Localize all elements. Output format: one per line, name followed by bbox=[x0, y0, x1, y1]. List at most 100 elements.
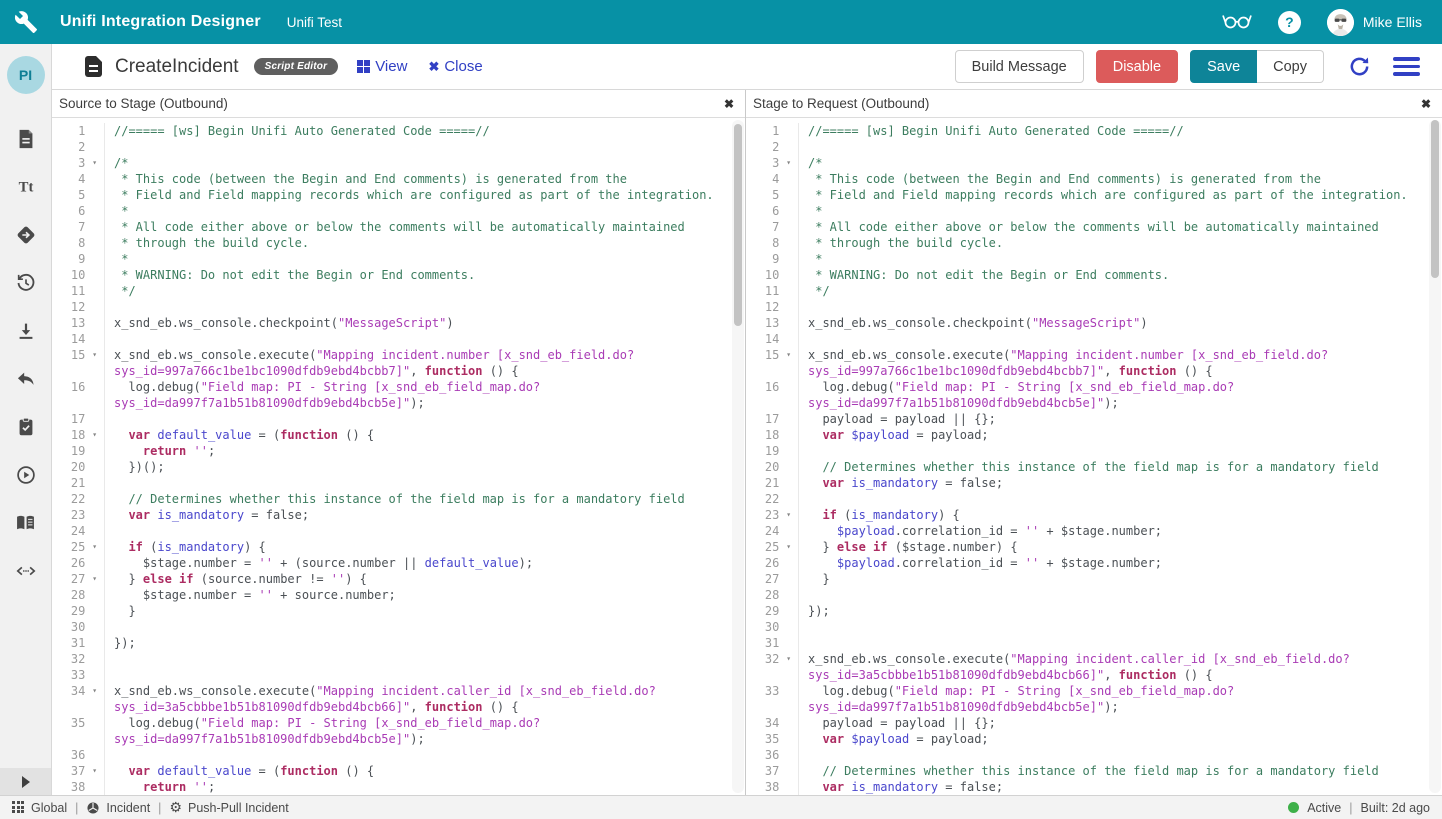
code-line[interactable]: 24 $payload.correlation_id = '' + $stage… bbox=[746, 523, 1442, 539]
integration-item[interactable]: ⚙ Push-Pull Incident bbox=[169, 801, 288, 815]
integration-avatar[interactable]: PI bbox=[7, 56, 45, 94]
code-line[interactable]: 10 * WARNING: Do not edit the Begin or E… bbox=[52, 267, 745, 283]
code-line[interactable]: 30 bbox=[52, 619, 745, 635]
code-line[interactable]: 12 bbox=[52, 299, 745, 315]
spectacles-icon[interactable] bbox=[1222, 10, 1252, 35]
code-line[interactable]: 4 * This code (between the Begin and End… bbox=[52, 171, 745, 187]
refresh-icon[interactable] bbox=[1348, 55, 1371, 78]
code-line[interactable]: 20 // Determines whether this instance o… bbox=[746, 459, 1442, 475]
panel-close-icon[interactable]: ✖ bbox=[1421, 97, 1431, 111]
code-line[interactable]: 5 * Field and Field mapping records whic… bbox=[52, 187, 745, 203]
scope-item[interactable]: Global bbox=[12, 801, 67, 815]
book-icon[interactable] bbox=[0, 499, 51, 547]
code-line[interactable]: 18▾ var default_value = (function () { bbox=[52, 427, 745, 443]
code-line[interactable]: 19 bbox=[746, 443, 1442, 459]
code-line[interactable]: 23▾ if (is_mandatory) { bbox=[746, 507, 1442, 523]
code-line[interactable]: 35 var $payload = payload; bbox=[746, 731, 1442, 747]
code-line[interactable]: 16 log.debug("Field map: PI - String [x_… bbox=[52, 379, 745, 411]
code-line[interactable]: 18 var $payload = payload; bbox=[746, 427, 1442, 443]
scrollbar-thumb[interactable] bbox=[1431, 120, 1439, 278]
code-line[interactable]: 26 $payload.correlation_id = '' + $stage… bbox=[746, 555, 1442, 571]
fold-arrow-icon[interactable]: ▾ bbox=[779, 347, 798, 379]
code-line[interactable]: 21 bbox=[52, 475, 745, 491]
fold-arrow-icon[interactable]: ▾ bbox=[779, 507, 798, 523]
code-line[interactable]: 13x_snd_eb.ws_console.checkpoint("Messag… bbox=[52, 315, 745, 331]
code-line[interactable]: 6 * bbox=[746, 203, 1442, 219]
view-button[interactable]: View bbox=[357, 58, 407, 75]
code-line[interactable]: 24 bbox=[52, 523, 745, 539]
code-line[interactable]: 16 log.debug("Field map: PI - String [x_… bbox=[746, 379, 1442, 411]
code-line[interactable]: 22 bbox=[746, 491, 1442, 507]
wrench-icon[interactable] bbox=[14, 10, 38, 34]
fold-arrow-icon[interactable]: ▾ bbox=[85, 571, 104, 587]
code-line[interactable]: 8 * through the build cycle. bbox=[746, 235, 1442, 251]
code-line[interactable]: 32 bbox=[52, 651, 745, 667]
code-line[interactable]: 31}); bbox=[52, 635, 745, 651]
code-line[interactable]: 4 * This code (between the Begin and End… bbox=[746, 171, 1442, 187]
code-line[interactable]: 25▾ if (is_mandatory) { bbox=[52, 539, 745, 555]
code-line[interactable]: 11 */ bbox=[52, 283, 745, 299]
code-line[interactable]: 1//===== [ws] Begin Unifi Auto Generated… bbox=[746, 123, 1442, 139]
download-icon[interactable] bbox=[0, 307, 51, 355]
user-menu[interactable]: Mike Ellis bbox=[1327, 9, 1422, 36]
code-line[interactable]: 21 var is_mandatory = false; bbox=[746, 475, 1442, 491]
directions-icon[interactable] bbox=[0, 211, 51, 259]
fold-arrow-icon[interactable]: ▾ bbox=[779, 539, 798, 555]
code-line[interactable]: 31 bbox=[746, 635, 1442, 651]
code-line[interactable]: 12 bbox=[746, 299, 1442, 315]
code-line[interactable]: 3▾/* bbox=[746, 155, 1442, 171]
code-icon[interactable] bbox=[0, 547, 51, 595]
code-line[interactable]: 17 payload = payload || {}; bbox=[746, 411, 1442, 427]
fold-arrow-icon[interactable]: ▾ bbox=[85, 155, 104, 171]
code-line[interactable]: 7 * All code either above or below the c… bbox=[52, 219, 745, 235]
code-line[interactable]: 3▾/* bbox=[52, 155, 745, 171]
code-line[interactable]: 38 return ''; bbox=[52, 779, 745, 795]
code-line[interactable]: 9 * bbox=[52, 251, 745, 267]
scrollbar-track[interactable] bbox=[1429, 120, 1441, 793]
fold-arrow-icon[interactable]: ▾ bbox=[85, 427, 104, 443]
code-line[interactable]: 36 bbox=[746, 747, 1442, 763]
save-button[interactable]: Save bbox=[1190, 50, 1257, 83]
code-line[interactable]: 27 } bbox=[746, 571, 1442, 587]
code-line[interactable]: 20 })(); bbox=[52, 459, 745, 475]
code-line[interactable]: 19 return ''; bbox=[52, 443, 745, 459]
reply-icon[interactable] bbox=[0, 355, 51, 403]
code-line[interactable]: 2 bbox=[52, 139, 745, 155]
code-line[interactable]: 33 bbox=[52, 667, 745, 683]
fold-arrow-icon[interactable]: ▾ bbox=[779, 651, 798, 683]
file-icon[interactable] bbox=[0, 115, 51, 163]
code-line[interactable]: 37 // Determines whether this instance o… bbox=[746, 763, 1442, 779]
build-message-button[interactable]: Build Message bbox=[955, 50, 1084, 83]
code-line[interactable]: 26 $stage.number = '' + (source.number |… bbox=[52, 555, 745, 571]
code-line[interactable]: 15▾x_snd_eb.ws_console.execute("Mapping … bbox=[52, 347, 745, 379]
code-line[interactable]: 33 log.debug("Field map: PI - String [x_… bbox=[746, 683, 1442, 715]
help-icon[interactable]: ? bbox=[1278, 11, 1301, 34]
scrollbar-thumb[interactable] bbox=[734, 124, 742, 326]
fold-arrow-icon[interactable]: ▾ bbox=[779, 155, 798, 171]
code-line[interactable]: 37▾ var default_value = (function () { bbox=[52, 763, 745, 779]
code-line[interactable]: 17 bbox=[52, 411, 745, 427]
fold-arrow-icon[interactable]: ▾ bbox=[85, 683, 104, 715]
code-line[interactable]: 14 bbox=[746, 331, 1442, 347]
fold-arrow-icon[interactable]: ▾ bbox=[85, 763, 104, 779]
text-format-icon[interactable]: Tt bbox=[0, 163, 51, 211]
code-line[interactable]: 34▾x_snd_eb.ws_console.execute("Mapping … bbox=[52, 683, 745, 715]
code-line[interactable]: 10 * WARNING: Do not edit the Begin or E… bbox=[746, 267, 1442, 283]
code-line[interactable]: 2 bbox=[746, 139, 1442, 155]
code-line[interactable]: 11 */ bbox=[746, 283, 1442, 299]
disable-button[interactable]: Disable bbox=[1096, 50, 1178, 83]
code-line[interactable]: 32▾x_snd_eb.ws_console.execute("Mapping … bbox=[746, 651, 1442, 683]
code-line[interactable]: 29}); bbox=[746, 603, 1442, 619]
code-line[interactable]: 38 var is_mandatory = false; bbox=[746, 779, 1442, 795]
code-line[interactable]: 28 bbox=[746, 587, 1442, 603]
history-icon[interactable] bbox=[0, 259, 51, 307]
code-line[interactable]: 13x_snd_eb.ws_console.checkpoint("Messag… bbox=[746, 315, 1442, 331]
fold-arrow-icon[interactable]: ▾ bbox=[85, 539, 104, 555]
code-line[interactable]: 15▾x_snd_eb.ws_console.execute("Mapping … bbox=[746, 347, 1442, 379]
code-editor[interactable]: 1//===== [ws] Begin Unifi Auto Generated… bbox=[52, 118, 745, 795]
code-line[interactable]: 1//===== [ws] Begin Unifi Auto Generated… bbox=[52, 123, 745, 139]
code-line[interactable]: 8 * through the build cycle. bbox=[52, 235, 745, 251]
menu-icon[interactable] bbox=[1393, 57, 1420, 76]
table-item[interactable]: Incident bbox=[86, 801, 150, 815]
code-line[interactable]: 30 bbox=[746, 619, 1442, 635]
